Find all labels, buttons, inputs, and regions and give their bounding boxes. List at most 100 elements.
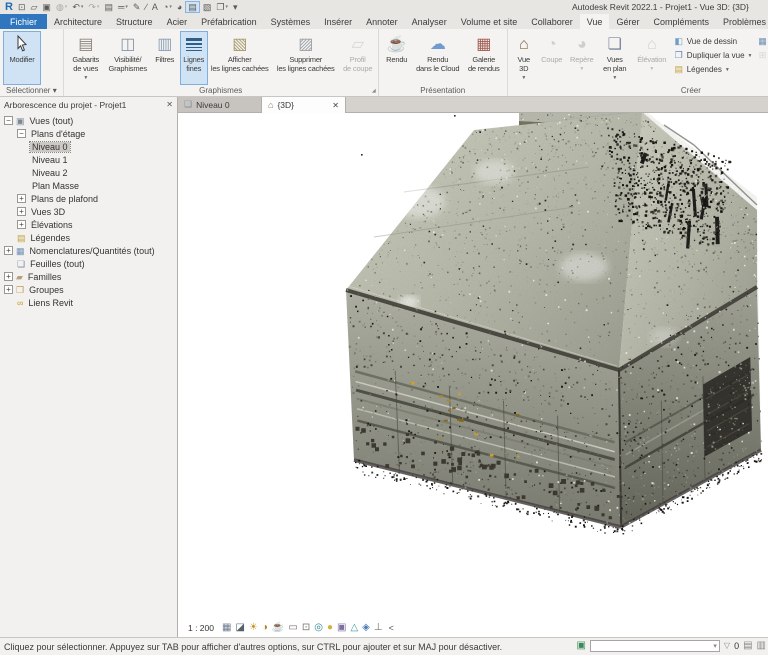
temporary-hide-isolate-icon[interactable]: ◎ — [314, 622, 323, 634]
modify-icon[interactable]: ⊡ — [16, 1, 28, 13]
section-icon[interactable]: ◕ — [175, 1, 184, 13]
tree-item-niveau-2[interactable]: Niveau 2 — [0, 166, 177, 179]
thin-lines-icon[interactable]: ▤ — [185, 1, 200, 13]
point-cloud-3d-view[interactable] — [334, 97, 768, 569]
redo-icon[interactable]: ↷ ▾ — [86, 1, 101, 13]
crop-view-icon[interactable]: ▭ — [288, 622, 297, 634]
button-rendu-dans-le-cloud[interactable]: ☁ Rendu dans le Cloud — [413, 31, 463, 85]
view-tab-niveau-0[interactable]: ❏ Niveau 0 — [178, 97, 262, 112]
selection-filter-icon[interactable]: ▥ — [757, 640, 766, 652]
reveal-hidden-elements-icon[interactable]: ● — [327, 622, 333, 634]
button-nomenclatures[interactable]: ▦Nomenclatures▼ — [755, 35, 768, 48]
tree-expander-icon[interactable]: + — [4, 246, 13, 255]
tree-expander-icon[interactable]: + — [17, 207, 26, 216]
default-3d-view-icon[interactable]: ◔ ▾ — [161, 1, 174, 13]
button-vues-en-plan[interactable]: ❏ Vues en plan ▼ — [598, 31, 632, 85]
tree-expander-icon[interactable]: − — [4, 116, 13, 125]
render-dialog-icon[interactable]: ☕ — [272, 622, 284, 634]
temporary-view-properties-icon[interactable]: ▣ — [337, 622, 346, 634]
detail-level-icon[interactable]: ▦ — [222, 622, 231, 634]
tree-item-plans-de-plafond[interactable]: + Plans de plafond — [0, 192, 177, 205]
ribbon-tab-systemes[interactable]: Systèmes — [264, 14, 318, 29]
tree-item-nomenclatures-quantites-tout[interactable]: + ▦ Nomenclatures/Quantités (tout) — [0, 244, 177, 257]
tree-item-niveau-0[interactable]: Niveau 0 — [0, 140, 177, 153]
switch-windows-icon[interactable]: ❐ ▾ — [214, 1, 230, 13]
button-lignes-fines[interactable]: Lignes fines — [179, 31, 208, 85]
panel-label-graphismes[interactable]: Graphismes ◢ — [64, 85, 378, 96]
aligned-dimension-icon[interactable]: ═ ▾ — [116, 1, 130, 13]
tree-item-feuilles-tout[interactable]: ❏ Feuilles (tout) — [0, 257, 177, 270]
tree-item-niveau-1[interactable]: Niveau 1 — [0, 153, 177, 166]
ribbon-tab-analyser[interactable]: Analyser — [405, 14, 454, 29]
customize-qat-icon[interactable]: ▾ — [231, 1, 240, 13]
tree-item-groupes[interactable]: + ❒ Groupes — [0, 283, 177, 296]
tree-expander-icon[interactable]: + — [17, 194, 26, 203]
button-modifier[interactable]: Modifier — [3, 31, 41, 85]
button-galerie-de-rendus[interactable]: ▦ Galerie de rendus — [464, 31, 504, 85]
button-filtres[interactable]: ▥ Filtres — [151, 31, 179, 85]
panel-label-creer[interactable]: Créer — [508, 85, 768, 96]
tree-item-familles[interactable]: + ▰ Familles — [0, 270, 177, 283]
text-icon[interactable]: A — [150, 1, 160, 13]
ribbon-tab-gerer[interactable]: Gérer — [609, 14, 646, 29]
view-scale[interactable]: 1 : 200 — [188, 623, 214, 633]
button-gabarits-de-vues[interactable]: ▤ Gabarits de vues ▼ — [67, 31, 105, 85]
button-vue-3d[interactable]: ⌂ Vue 3D ▼ — [511, 31, 537, 85]
tree-item-elevations[interactable]: + Élévations — [0, 218, 177, 231]
ribbon-tab-collaborer[interactable]: Collaborer — [524, 14, 580, 29]
close-icon[interactable]: ✕ — [332, 101, 339, 110]
design-options-icon[interactable]: ▣ — [576, 640, 585, 652]
ribbon-tab-complements[interactable]: Compléments — [646, 14, 716, 29]
ribbon-tab-prefabrication[interactable]: Préfabrication — [194, 14, 264, 29]
tree-item-vues-tout[interactable]: − ▣ Vues (tout) — [0, 114, 177, 127]
close-icon[interactable]: ✕ — [166, 100, 173, 109]
tree-expander-icon[interactable]: + — [17, 220, 26, 229]
undo-icon[interactable]: ↶ ▾ — [70, 1, 85, 13]
tree-item-vues-3d[interactable]: + Vues 3D — [0, 205, 177, 218]
dialog-launcher-icon[interactable]: ◢ — [372, 88, 376, 94]
tree-item-plan-masse[interactable]: Plan Masse — [0, 179, 177, 192]
ribbon-tab-inserer[interactable]: Insérer — [317, 14, 359, 29]
tree-expander-icon[interactable]: + — [4, 285, 13, 294]
reveal-constraints-icon[interactable]: ⊥ — [374, 622, 383, 634]
tree-item-plans-d-etage[interactable]: − Plans d'étage — [0, 127, 177, 140]
editable-only-icon[interactable]: ▤ — [743, 640, 752, 652]
panel-label-selectionner[interactable]: Sélectionner ▾ — [0, 85, 63, 96]
button-vue-de-dessin[interactable]: ◧ Vue de dessin — [672, 35, 755, 48]
ribbon-tab-structure[interactable]: Structure — [109, 14, 160, 29]
ribbon-tab-problemes[interactable]: Problèmes — [716, 14, 768, 29]
exclusion-filter-icon[interactable]: ▽ — [724, 640, 730, 652]
shadows-icon[interactable]: ◑ — [262, 622, 268, 634]
revit-logo-icon[interactable]: R — [3, 1, 15, 13]
print-icon[interactable]: ▤ — [102, 1, 115, 13]
open-icon[interactable]: ▱ — [29, 1, 40, 13]
button-visibilite-graphismes[interactable]: ◫ Visibilité/Graphismes — [106, 31, 150, 85]
button-supprimer-les-lignes-cachees[interactable]: ▨ Supprimer les lignes cachées — [272, 31, 340, 85]
highlight-displacement-sets-icon[interactable]: ◈ — [362, 622, 370, 634]
show-crop-region-icon[interactable]: ⊡ — [302, 622, 310, 634]
button-afficher-les-lignes-cachees[interactable]: ▧ Afficher les lignes cachées — [209, 31, 271, 85]
measure-icon[interactable]: ∕ — [143, 1, 149, 13]
tree-expander-icon[interactable]: + — [4, 272, 13, 281]
ribbon-tab-acier[interactable]: Acier — [160, 14, 195, 29]
ribbon-tab-volume-et-site[interactable]: Volume et site — [454, 14, 525, 29]
collapse-arrow-icon[interactable]: < — [389, 623, 394, 633]
button-dupliquer-la-vue[interactable]: ❐ Dupliquer la vue ▼ — [672, 49, 755, 62]
button-rendu[interactable]: ☕ Rendu — [382, 31, 412, 85]
show-analytical-model-icon[interactable]: △ — [350, 622, 358, 634]
visual-style-icon[interactable]: ◪ — [235, 622, 244, 634]
button-legendes[interactable]: ▤ Légendes ▼ — [672, 63, 755, 76]
design-options-select[interactable]: ▾ — [589, 640, 720, 652]
sun-path-icon[interactable]: ☀ — [249, 622, 258, 634]
sync-with-central-icon[interactable]: ◍ ▾ — [54, 1, 69, 13]
ribbon-tab-architecture[interactable]: Architecture — [47, 14, 109, 29]
close-inactive-views-icon[interactable]: ▧ — [201, 1, 214, 13]
panel-label-presentation[interactable]: Présentation — [379, 85, 507, 96]
tag-by-category-icon[interactable]: ✎ — [131, 1, 143, 13]
drawing-area[interactable]: ❏ Niveau 0 ⌂ {3D} ✕ 1: 200 ▦ ◪ ☀ ◑ ☕ ▭ … — [178, 97, 768, 637]
ribbon-tab-annoter[interactable]: Annoter — [359, 14, 405, 29]
view-tab-3d[interactable]: ⌂ {3D} ✕ — [262, 97, 346, 113]
tree-item-legendes[interactable]: ▤ Légendes — [0, 231, 177, 244]
tree-expander-icon[interactable]: − — [17, 129, 26, 138]
save-icon[interactable]: ▣ — [40, 1, 53, 13]
